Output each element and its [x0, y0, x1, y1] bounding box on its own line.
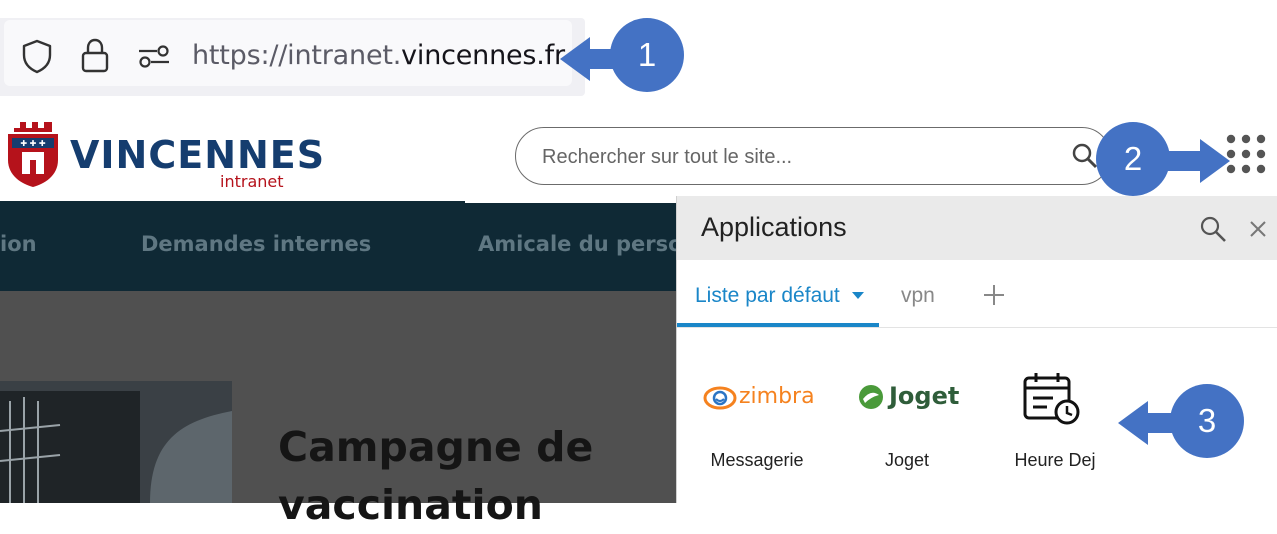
- callout-arrow-2: [1164, 139, 1230, 183]
- nav-item-demandes-internes[interactable]: Demandes internes: [141, 232, 371, 256]
- tabs-divider: [677, 327, 1277, 328]
- joget-logo[interactable]: Joget: [857, 382, 960, 412]
- hero-image: [0, 381, 232, 503]
- search-input[interactable]: [540, 140, 1044, 174]
- tab-vpn[interactable]: vpn: [901, 284, 935, 308]
- plus-icon[interactable]: [983, 284, 1005, 306]
- nav-item-amicale[interactable]: Amicale du perso: [478, 232, 683, 256]
- hero-title-line-2: vaccination: [278, 481, 543, 529]
- callout-3: 3: [1170, 384, 1244, 458]
- search-icon[interactable]: [1071, 142, 1099, 170]
- joget-leaf-icon: [859, 385, 883, 409]
- close-icon[interactable]: [1249, 220, 1267, 238]
- search-icon[interactable]: [1199, 215, 1227, 243]
- tab-default-list[interactable]: Liste par défaut: [695, 284, 864, 308]
- permissions-icon[interactable]: [137, 44, 171, 68]
- site-search[interactable]: [515, 127, 1111, 185]
- logo-subtitle: intranet: [220, 172, 284, 191]
- app-label-heure-dej[interactable]: Heure Dej: [995, 450, 1115, 471]
- calendar-clock-icon[interactable]: [1021, 372, 1081, 426]
- app-label-joget[interactable]: Joget: [847, 450, 967, 471]
- url-prefix: https://intranet.: [192, 40, 402, 71]
- hero-title-line-1: Campagne de: [278, 423, 594, 471]
- url-text[interactable]: https://intranet.vincennes.fr: [192, 40, 565, 71]
- apps-grid-icon[interactable]: [1226, 134, 1266, 174]
- app-label-messagerie[interactable]: Messagerie: [697, 450, 817, 471]
- panel-title: Applications: [701, 212, 847, 242]
- url-host: vincennes.fr: [401, 40, 565, 71]
- zimbra-smiley-icon: [703, 386, 737, 410]
- hero-title[interactable]: Campagne de vaccination: [278, 418, 593, 534]
- joget-wordmark: Joget: [889, 382, 960, 410]
- svg-text:✚ ✚ ✚: ✚ ✚ ✚: [20, 139, 45, 148]
- tab-default-label: Liste par défaut: [695, 284, 840, 307]
- caret-down-icon: [851, 292, 864, 300]
- callout-2: 2: [1096, 122, 1170, 196]
- city-crest-logo: ✚ ✚ ✚: [8, 122, 58, 187]
- zimbra-logo[interactable]: zimbra: [703, 384, 815, 412]
- callout-1: 1: [610, 18, 684, 92]
- nav-item-partial[interactable]: ion: [0, 232, 37, 256]
- lock-icon[interactable]: [80, 38, 110, 74]
- applications-panel: Applications Liste par défaut vpn zimbra…: [676, 196, 1277, 503]
- zimbra-wordmark: zimbra: [739, 384, 815, 409]
- shield-icon[interactable]: [20, 38, 54, 74]
- logo-title: VINCENNES: [70, 133, 326, 177]
